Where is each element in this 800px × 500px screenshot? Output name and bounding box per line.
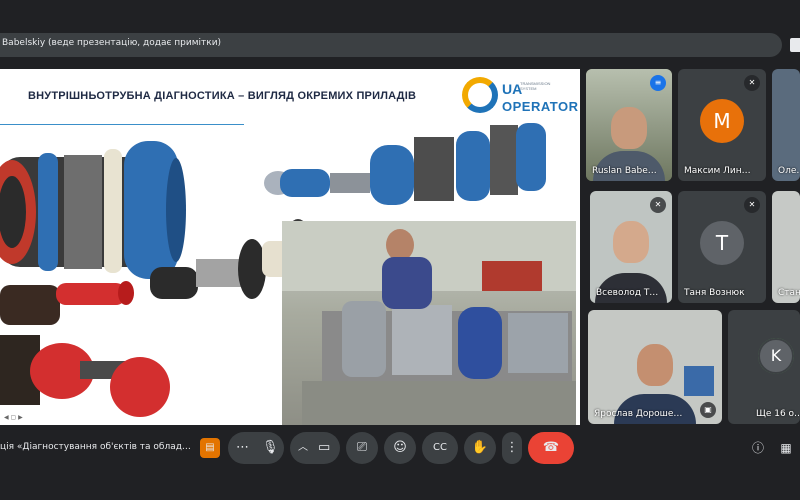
pin-icon[interactable]: ▣	[700, 402, 716, 418]
chevron-up-icon[interactable]: ︿	[298, 432, 308, 464]
mic-off-icon: ✕	[744, 197, 760, 213]
participant-face	[611, 107, 647, 149]
raise-hand-icon[interactable]: ✋	[464, 432, 496, 464]
mic-icon[interactable]: 🎙	[262, 432, 279, 464]
participant-tile-ruslan[interactable]: ≡ Ruslan Babe…	[586, 69, 672, 181]
meeting-title: ція «Діагностування об'єктів та облад…	[0, 442, 191, 452]
pig-device-cutaway	[0, 141, 186, 279]
wall-poster	[684, 366, 714, 396]
workshop-scene	[282, 221, 576, 425]
camera-group[interactable]: ︿ ▭	[290, 432, 340, 464]
pig-device-long	[264, 123, 546, 205]
participant-name: Максим Лин…	[684, 166, 751, 176]
chat-icon[interactable]: ▦	[778, 440, 794, 456]
more-count: Ще 16 о…	[756, 409, 800, 419]
more-vert-icon[interactable]: ⋮	[502, 432, 522, 464]
participant-tile-vsevolod[interactable]: ✕ Всеволод Т…	[590, 191, 672, 303]
presenting-banner: Babelskiy (веде презентацію, додає примі…	[0, 33, 782, 57]
shared-screen: ВНУТРІШНЬОТРУБНА ДІАГНОСТИКА – ВИГЛЯД ОК…	[0, 69, 580, 425]
avatar: K	[758, 338, 794, 374]
emoji-icon[interactable]: ☺	[384, 432, 416, 464]
participant-tile-yaroslav[interactable]: ▣ Ярослав Дороше…	[588, 310, 722, 424]
participant-face	[613, 221, 649, 263]
present-icon[interactable]: ⎚	[346, 432, 378, 464]
end-call-icon[interactable]: ☎	[528, 432, 574, 464]
slide-controls[interactable]: ◀ ▢ ▶	[4, 414, 23, 421]
more-options-icon[interactable]: ⋯	[236, 432, 249, 464]
workshop-photo	[282, 221, 576, 425]
participant-name: Таня Вознюк	[684, 288, 745, 298]
participant-name: Оле…	[778, 166, 800, 176]
presenter-text: Babelskiy (веде презентацію, додає примі…	[2, 38, 222, 48]
panel-toggle-icon[interactable]	[790, 38, 800, 52]
participant-name: Ярослав Дороше…	[594, 409, 683, 419]
participant-tile-tanya[interactable]: T ✕ Таня Вознюк	[678, 191, 766, 303]
participant-name: Стан…	[778, 288, 800, 298]
participant-tile-maksym[interactable]: M ✕ Максим Лин…	[678, 69, 766, 181]
participant-name: Ruslan Babe…	[592, 166, 657, 176]
participant-tile-stan[interactable]: Стан…	[772, 191, 800, 303]
mic-off-icon: ✕	[744, 75, 760, 91]
avatar: T	[700, 221, 744, 265]
info-icon[interactable]: ⓘ	[750, 440, 766, 456]
pig-device-red	[0, 281, 170, 417]
captions-icon[interactable]: CC	[422, 432, 458, 464]
speaking-icon: ≡	[650, 75, 666, 91]
doc-icon[interactable]: ▤	[200, 438, 220, 458]
participant-face	[637, 344, 673, 386]
participant-name: Всеволод Т…	[596, 288, 659, 298]
participant-tile-ole[interactable]: Оле…	[772, 69, 800, 181]
mic-off-icon: ✕	[650, 197, 666, 213]
avatar: M	[700, 99, 744, 143]
camera-icon[interactable]: ▭	[318, 432, 330, 464]
call-controls-bar: ція «Діагностування об'єктів та облад… ▤…	[0, 426, 800, 472]
more-participants-tile[interactable]: K Ще 16 о…	[728, 310, 800, 424]
more-options-mic-group[interactable]: ⋯ 🎙	[228, 432, 284, 464]
